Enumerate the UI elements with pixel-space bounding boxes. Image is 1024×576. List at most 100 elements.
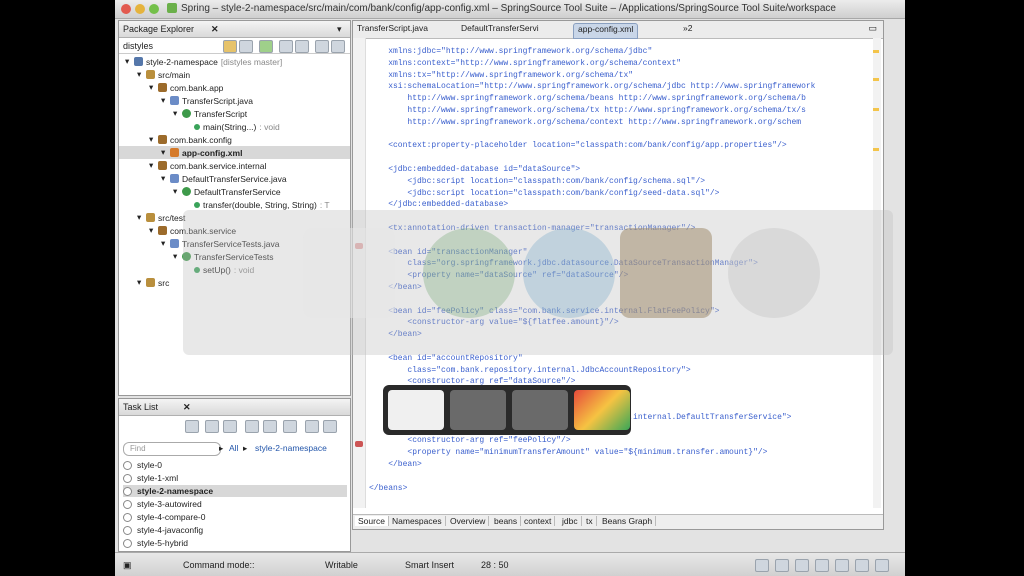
switcher-item[interactable] <box>512 390 568 430</box>
focus-icon[interactable] <box>263 420 277 433</box>
status-tool-icon[interactable] <box>755 559 769 572</box>
editor-bottom-tab[interactable]: context <box>521 516 556 526</box>
link-with-editor-icon[interactable] <box>295 40 309 53</box>
task-radio-icon[interactable] <box>123 499 132 509</box>
code-line[interactable]: xmlns:context="http://www.springframewor… <box>369 58 681 70</box>
minimize-view-icon[interactable] <box>315 40 329 53</box>
code-line[interactable]: <context:property-placeholder location="… <box>369 140 786 152</box>
new-task-icon[interactable] <box>185 420 199 433</box>
code-line[interactable]: xsi:schemaLocation="http://www.springfra… <box>369 81 815 93</box>
code-line[interactable]: <jdbc:script location="classpath:com/ban… <box>369 188 719 200</box>
scope-link[interactable]: style-2-namespace <box>255 443 327 453</box>
editor-tab[interactable]: app-config.xml <box>573 23 639 39</box>
task-radio-icon[interactable] <box>123 512 132 522</box>
task-find-input[interactable]: Find <box>123 442 221 456</box>
expand-toggle-icon[interactable]: ▾ <box>149 160 155 171</box>
close-window-button[interactable] <box>121 4 131 14</box>
task-item[interactable]: style-4-compare-0 <box>123 511 347 523</box>
status-tool-icon[interactable] <box>875 559 889 572</box>
status-tool-icon[interactable] <box>775 559 789 572</box>
overview-marker[interactable] <box>873 78 879 81</box>
close-task-list-icon[interactable]: ✕ <box>183 402 191 413</box>
code-line[interactable]: class="com.bank.repository.internal.Jdbc… <box>369 365 690 377</box>
tree-item[interactable]: ▾ com.bank.config <box>119 133 350 146</box>
overview-marker[interactable] <box>873 148 879 151</box>
code-line[interactable]: <jdbc:embedded-database id="dataSource"> <box>369 164 580 176</box>
editor-bottom-tab[interactable]: Source <box>355 516 389 526</box>
tree-item[interactable]: ▾ TransferScript <box>119 107 350 120</box>
task-item[interactable]: style-4-javaconfig <box>123 524 347 536</box>
overview-marker[interactable] <box>873 108 879 111</box>
code-line[interactable]: http://www.springframework.org/schema/tx… <box>369 105 805 117</box>
forward-icon[interactable] <box>239 40 253 53</box>
editor-bottom-tab[interactable]: Namespaces <box>389 516 446 526</box>
editor-bottom-tab[interactable]: beans <box>491 516 522 526</box>
code-line[interactable]: xmlns:jdbc="http://www.springframework.o… <box>369 46 652 58</box>
expand-toggle-icon[interactable]: ▾ <box>173 186 179 197</box>
code-line[interactable]: xmlns:tx="http://www.springframework.org… <box>369 70 633 82</box>
hide-completed-icon[interactable] <box>245 420 259 433</box>
task-radio-icon[interactable] <box>123 538 132 548</box>
expand-toggle-icon[interactable]: ▾ <box>161 238 167 249</box>
expand-toggle-icon[interactable]: ▾ <box>125 56 131 67</box>
editor-tab[interactable]: DefaultTransferServi <box>461 23 539 37</box>
code-line[interactable]: http://www.springframework.org/schema/co… <box>369 117 801 129</box>
editor-bottom-tab[interactable]: Beans Graph <box>599 516 657 526</box>
editor-bottom-tab[interactable]: jdbc <box>559 516 582 526</box>
tree-item[interactable]: ▾ style-2-namespace [distyles master] <box>119 55 350 68</box>
expand-toggle-icon[interactable]: ▾ <box>137 69 143 80</box>
tree-item[interactable]: ▾ com.bank.app <box>119 81 350 94</box>
code-line[interactable]: http://www.springframework.org/schema/be… <box>369 93 805 105</box>
expand-toggle-icon[interactable]: ▾ <box>149 134 155 145</box>
collapse-all-icon[interactable] <box>279 40 293 53</box>
chrome-icon[interactable] <box>574 390 630 430</box>
status-tool-icon[interactable] <box>835 559 849 572</box>
task-list-tab[interactable]: Task List <box>123 402 158 412</box>
back-icon[interactable] <box>223 40 237 53</box>
package-explorer-tab[interactable]: Package Explorer <box>123 24 194 34</box>
switcher-item[interactable] <box>450 390 506 430</box>
activate-task-icon[interactable]: ▸ <box>219 443 223 454</box>
editor-tab[interactable]: »2 <box>683 23 692 37</box>
editor-bottom-tab[interactable]: Overview <box>447 516 490 526</box>
code-line[interactable]: <jdbc:script location="classpath:com/ban… <box>369 176 705 188</box>
expand-toggle-icon[interactable]: ▾ <box>149 225 155 236</box>
overview-marker[interactable] <box>873 50 879 53</box>
zoom-window-button[interactable] <box>149 4 159 14</box>
view-menu-icon[interactable]: ▾ <box>337 24 342 35</box>
tree-item[interactable]: ▾ DefaultTransferService.java <box>119 172 350 185</box>
tree-item[interactable]: ▾ app-config.xml <box>119 146 350 159</box>
task-radio-icon[interactable] <box>123 486 132 496</box>
code-line[interactable]: <constructor-arg ref="feePolicy"/> <box>369 435 570 447</box>
task-view-menu-icon[interactable] <box>323 420 337 433</box>
expand-toggle-icon[interactable]: ▾ <box>137 277 143 288</box>
code-line[interactable]: </beans> <box>369 483 407 495</box>
task-item[interactable]: style-2-namespace <box>123 485 347 497</box>
expand-toggle-icon[interactable]: ▾ <box>161 95 167 106</box>
tree-item[interactable]: ▾ com.bank.service.internal <box>119 159 350 172</box>
all-filter-link[interactable]: All <box>229 443 238 453</box>
synchronize-icon[interactable] <box>305 420 319 433</box>
tree-item[interactable]: ▾ TransferScript.java <box>119 94 350 107</box>
task-item[interactable]: style-0 <box>123 459 347 471</box>
collapse-tasks-icon[interactable] <box>283 420 297 433</box>
maximize-view-icon[interactable] <box>331 40 345 53</box>
link-editor-icon[interactable] <box>259 40 273 53</box>
task-item[interactable]: style-5-hybrid <box>123 537 347 549</box>
task-radio-icon[interactable] <box>123 473 132 483</box>
code-line[interactable]: </bean> <box>369 459 422 471</box>
status-tool-icon[interactable] <box>855 559 869 572</box>
task-radio-icon[interactable] <box>123 460 132 470</box>
task-radio-icon[interactable] <box>123 525 132 535</box>
minimize-window-button[interactable] <box>135 4 145 14</box>
expand-toggle-icon[interactable]: ▾ <box>173 108 179 119</box>
expand-toggle-icon[interactable]: ▾ <box>137 212 143 223</box>
scheduled-icon[interactable] <box>223 420 237 433</box>
code-line[interactable]: <property name="minimumTransferAmount" v… <box>369 447 767 459</box>
categorized-icon[interactable] <box>205 420 219 433</box>
editor-tab[interactable]: TransferScript.java <box>357 23 428 37</box>
editor-bottom-tab[interactable]: tx <box>583 516 597 526</box>
task-item[interactable]: style-1-xml <box>123 472 347 484</box>
tree-item[interactable]: main(String...) : void <box>119 120 350 133</box>
status-tool-icon[interactable] <box>815 559 829 572</box>
